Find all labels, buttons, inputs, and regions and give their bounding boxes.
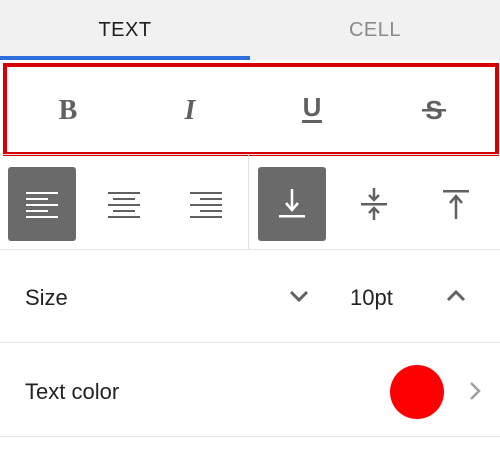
bold-button[interactable]: B (38, 80, 98, 140)
svg-text:U: U (303, 94, 322, 122)
tab-cell[interactable]: CELL (250, 0, 500, 60)
font-size-row: Size 10pt (0, 249, 500, 343)
active-tab-indicator (0, 56, 250, 60)
italic-icon: I (184, 95, 197, 125)
alignment-divider (248, 155, 249, 249)
alignment-row (0, 154, 500, 250)
align-left-button[interactable] (8, 167, 76, 241)
chevron-up-icon (446, 289, 466, 302)
align-center-icon (108, 192, 140, 218)
tab-text[interactable]: TEXT (0, 0, 250, 60)
text-style-toolbar: B I U S (3, 63, 499, 156)
underline-button[interactable]: U (282, 80, 342, 140)
chevron-down-icon (289, 290, 309, 303)
strikethrough-icon: S (422, 95, 446, 125)
svg-text:I: I (184, 95, 197, 125)
italic-button[interactable]: I (160, 80, 220, 140)
text-color-row[interactable]: Text color (0, 343, 500, 437)
text-color-swatch[interactable] (390, 365, 444, 419)
font-size-value: 10pt (350, 285, 393, 310)
align-middle-button[interactable] (340, 167, 408, 241)
align-left-icon (26, 192, 58, 218)
align-bottom-icon (279, 189, 305, 218)
align-center-button[interactable] (90, 167, 158, 241)
decrease-size-button[interactable] (284, 281, 314, 311)
size-label: Size (25, 285, 68, 310)
align-top-button[interactable] (422, 167, 490, 241)
increase-size-button[interactable] (441, 281, 471, 311)
tab-bar: TEXT CELL (0, 0, 500, 60)
text-color-chevron[interactable] (463, 376, 487, 406)
align-top-icon (443, 190, 469, 219)
strikethrough-button[interactable]: S (404, 80, 464, 140)
align-middle-icon (361, 188, 387, 220)
align-right-icon (190, 192, 222, 218)
chevron-right-icon (470, 382, 481, 400)
underline-icon: U (302, 94, 322, 123)
svg-text:B: B (59, 95, 78, 125)
text-color-label: Text color (25, 379, 120, 404)
align-right-button[interactable] (172, 167, 240, 241)
bold-icon: B (59, 95, 78, 125)
align-bottom-button[interactable] (258, 167, 326, 241)
